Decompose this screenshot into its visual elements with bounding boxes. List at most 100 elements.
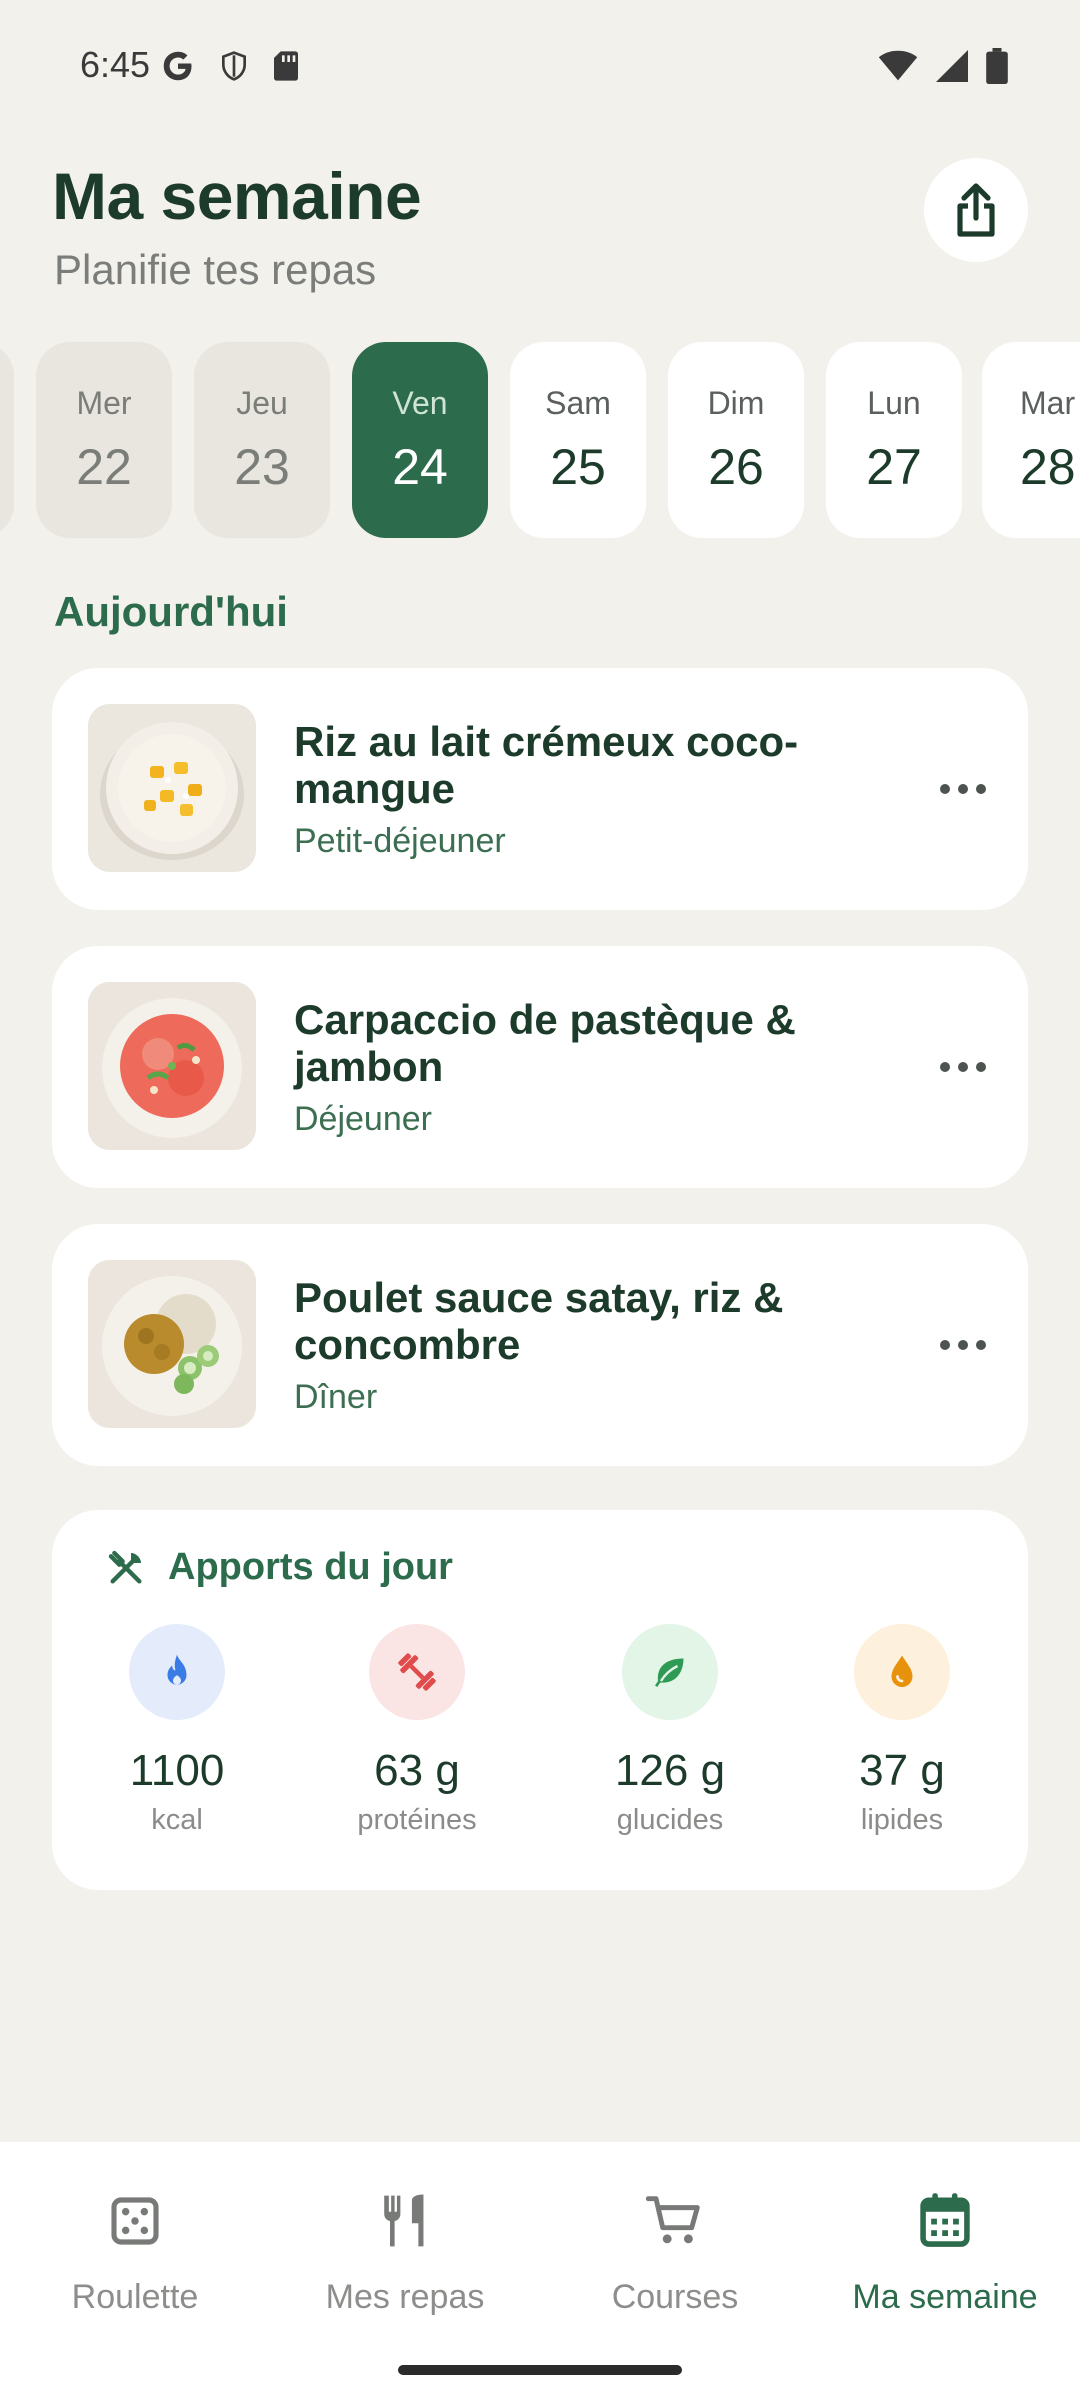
satay-chicken-image — [88, 1260, 256, 1428]
more-options-button[interactable] — [928, 1032, 998, 1102]
meal-type: Petit-déjeuner — [294, 822, 506, 860]
nutrient-value: 37 g — [859, 1746, 945, 1795]
nutrient-calories: 1100 kcal — [77, 1624, 277, 1837]
wifi-icon — [878, 50, 918, 81]
more-horizontal-icon — [940, 1062, 986, 1072]
meal-card-breakfast[interactable]: Riz au lait crémeux coco-mangue Petit-dé… — [52, 668, 1028, 910]
watermelon-carpaccio-image — [88, 982, 256, 1150]
screen: 6:45 Ma semaine Planifie tes repas Mer 2… — [0, 0, 1080, 2400]
google-icon — [163, 51, 192, 81]
rice-pudding-image — [88, 704, 256, 872]
meal-type: Déjeuner — [294, 1100, 432, 1138]
home-indicator[interactable] — [398, 2365, 682, 2375]
meal-type: Dîner — [294, 1378, 378, 1416]
nav-item-roulette[interactable]: Roulette — [0, 2186, 270, 2317]
nav-icon-wrap — [810, 2186, 1080, 2256]
nutrient-value: 1100 — [129, 1746, 225, 1795]
calendar-icon — [920, 2193, 970, 2247]
meal-title: Riz au lait crémeux coco-mangue — [294, 718, 799, 812]
section-title-today: Aujourd'hui — [54, 588, 288, 635]
nutrition-card: Apports du jour 1100 kcal 63 g protéines… — [52, 1510, 1028, 1890]
nav-item-mes-repas[interactable]: Mes repas — [270, 2186, 540, 2317]
signal-icon — [936, 50, 968, 82]
flame-icon — [167, 1654, 187, 1685]
more-horizontal-icon — [940, 784, 986, 794]
nutrient-icon-circle — [622, 1624, 718, 1720]
day-chip-partial[interactable] — [0, 342, 14, 538]
meal-title: Carpaccio de pastèque & jambon — [294, 996, 796, 1090]
nutrient-icon-circle — [129, 1624, 225, 1720]
shield-icon — [222, 51, 246, 81]
nutrient-fats: 37 g lipides — [802, 1624, 1002, 1837]
meal-card-dinner[interactable]: Poulet sauce satay, riz & concombre Dîne… — [52, 1224, 1028, 1466]
battery-icon — [986, 48, 1008, 84]
share-icon — [957, 183, 995, 237]
dumbbell-icon — [398, 1653, 436, 1691]
meal-title: Poulet sauce satay, riz & concombre — [294, 1274, 784, 1368]
day-number: 26 — [708, 438, 764, 495]
nav-label: Roulette — [71, 2278, 199, 2316]
share-button[interactable] — [924, 158, 1028, 262]
day-chip-dim[interactable]: Dim 26 — [668, 342, 804, 538]
day-name: Mer — [76, 384, 132, 421]
day-strip[interactable]: Mer 22 Jeu 23 Ven 24 Sam 25 Dim 26 Lun 2… — [0, 342, 1080, 538]
nav-label: Ma semaine — [852, 2278, 1038, 2316]
day-chip-lun[interactable]: Lun 27 — [826, 342, 962, 538]
day-name: Lun — [867, 384, 921, 421]
more-horizontal-icon — [940, 1340, 986, 1350]
nav-label: Courses — [611, 2278, 739, 2316]
nav-label: Mes repas — [325, 2278, 485, 2316]
day-chip-jeu[interactable]: Jeu 23 — [194, 342, 330, 538]
sd-card-icon — [274, 51, 298, 81]
status-right-icons — [878, 48, 1008, 84]
more-options-button[interactable] — [928, 1310, 998, 1380]
day-name: Sam — [545, 384, 611, 421]
nav-item-courses[interactable]: Courses — [540, 2186, 810, 2317]
nav-icon-wrap — [0, 2186, 270, 2256]
day-number: 27 — [866, 438, 922, 495]
nutrient-label: glucides — [616, 1804, 724, 1836]
day-name: Dim — [707, 384, 765, 421]
meal-image — [88, 704, 256, 872]
status-bar: 6:45 — [0, 0, 1080, 136]
nutrient-carbs: 126 g glucides — [570, 1624, 770, 1837]
day-chip-mer[interactable]: Mer 22 — [36, 342, 172, 538]
nutrient-label: protéines — [357, 1804, 477, 1836]
cart-icon — [646, 2196, 700, 2244]
nutrient-label: kcal — [151, 1804, 203, 1836]
day-number: 23 — [234, 438, 290, 495]
day-chip-mar[interactable]: Mar 28 — [982, 342, 1080, 538]
nutrient-label: lipides — [860, 1804, 944, 1836]
nutrient-value: 126 g — [614, 1746, 726, 1795]
status-time: 6:45 — [80, 44, 151, 85]
nutrient-value: 63 g — [374, 1746, 460, 1795]
nutrient-icon-circle — [854, 1624, 950, 1720]
day-number: 25 — [550, 438, 606, 495]
meal-image — [88, 982, 256, 1150]
day-number: 24 — [392, 438, 448, 495]
page-subtitle: Planifie tes repas — [54, 246, 377, 293]
drop-icon — [891, 1655, 913, 1687]
more-options-button[interactable] — [928, 754, 998, 824]
day-number: 22 — [76, 438, 132, 495]
status-left-icons — [160, 48, 300, 84]
nutrient-proteins: 63 g protéines — [317, 1624, 517, 1837]
day-chip-ven[interactable]: Ven 24 — [352, 342, 488, 538]
day-number: 28 — [1020, 438, 1076, 495]
page-title: Ma semaine — [52, 159, 422, 233]
meal-card-lunch[interactable]: Carpaccio de pastèque & jambon Déjeuner — [52, 946, 1028, 1188]
dice-icon — [111, 2197, 159, 2245]
leaf-icon — [655, 1658, 684, 1687]
day-name: Mar — [1020, 384, 1076, 421]
day-name: Jeu — [236, 384, 288, 421]
fork-knife-icon — [384, 2194, 424, 2247]
nutrition-title: Apports du jour — [168, 1546, 453, 1588]
day-chip-sam[interactable]: Sam 25 — [510, 342, 646, 538]
bottom-navigation: Roulette Mes repas Courses Ma semaine — [0, 2142, 1080, 2400]
utensils-cross-icon — [108, 1550, 142, 1584]
nav-icon-wrap — [270, 2186, 540, 2256]
meal-image — [88, 1260, 256, 1428]
nav-item-ma-semaine[interactable]: Ma semaine — [810, 2186, 1080, 2317]
nutrient-icon-circle — [369, 1624, 465, 1720]
day-name: Ven — [392, 384, 448, 421]
